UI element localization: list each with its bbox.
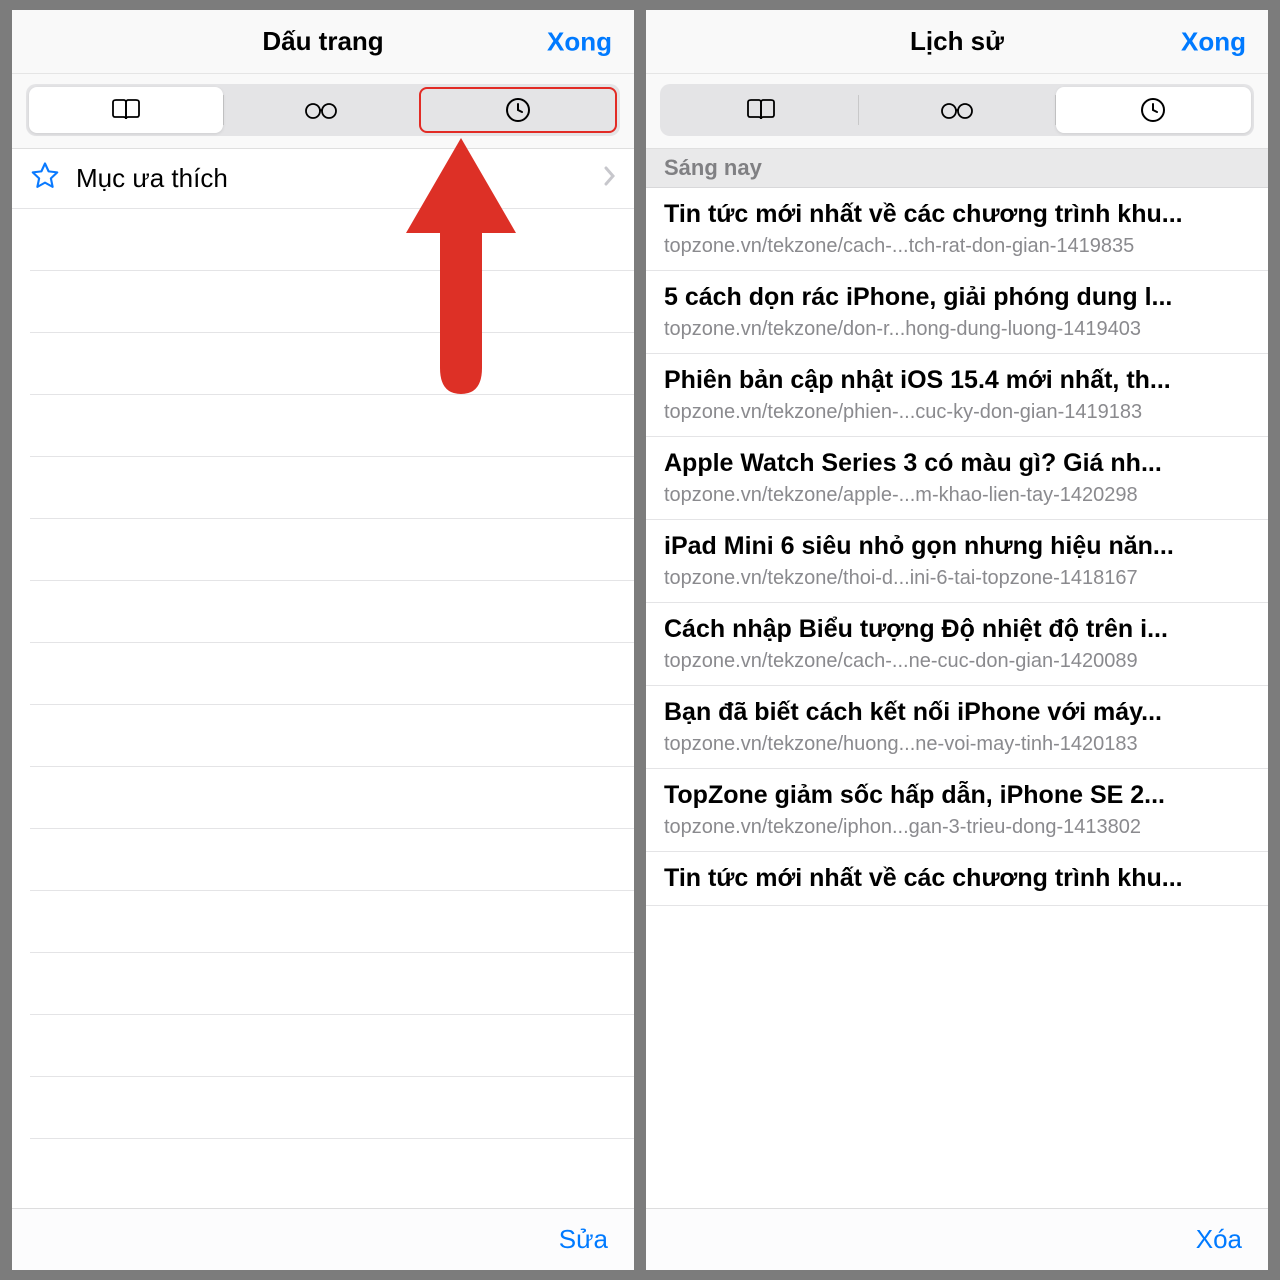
- done-button[interactable]: Xong: [547, 26, 612, 57]
- left-content: Mục ưa thích: [12, 149, 634, 1208]
- history-section-header: Sáng nay: [646, 149, 1268, 188]
- history-url: topzone.vn/tekzone/don-r...hong-dung-luo…: [664, 318, 1250, 341]
- star-icon: [30, 161, 60, 196]
- history-row[interactable]: Apple Watch Series 3 có màu gì? Giá nh..…: [646, 437, 1268, 520]
- page-title: Dấu trang: [262, 26, 383, 57]
- history-row[interactable]: Bạn đã biết cách kết nối iPhone với máy.…: [646, 686, 1268, 769]
- left-header: Dấu trang Xong: [12, 10, 634, 74]
- done-button[interactable]: Xong: [1181, 26, 1246, 57]
- history-url: topzone.vn/tekzone/cach-...ne-cuc-don-gi…: [664, 650, 1250, 673]
- history-title: Apple Watch Series 3 có màu gì? Giá nh..…: [664, 449, 1250, 478]
- empty-row: [30, 643, 634, 705]
- clock-icon: [505, 97, 531, 123]
- segmented-control: [26, 84, 620, 136]
- edit-button[interactable]: Sửa: [559, 1224, 608, 1255]
- history-url: topzone.vn/tekzone/huong...ne-voi-may-ti…: [664, 733, 1250, 756]
- history-row[interactable]: Cách nhập Biểu tượng Độ nhiệt độ trên i.…: [646, 603, 1268, 686]
- right-bottombar: Xóa: [646, 1208, 1268, 1270]
- book-icon: [745, 98, 777, 122]
- history-row[interactable]: 5 cách dọn rác iPhone, giải phóng dung l…: [646, 271, 1268, 354]
- empty-row: [30, 395, 634, 457]
- clock-icon: [1140, 97, 1166, 123]
- empty-row: [30, 891, 634, 953]
- history-title: iPad Mini 6 siêu nhỏ gọn nhưng hiệu năn.…: [664, 532, 1250, 561]
- empty-row: [30, 767, 634, 829]
- tab-history[interactable]: [1056, 87, 1251, 133]
- empty-row: [30, 829, 634, 891]
- history-row[interactable]: iPad Mini 6 siêu nhỏ gọn nhưng hiệu năn.…: [646, 520, 1268, 603]
- history-title: Tin tức mới nhất về các chương trình khu…: [664, 864, 1250, 893]
- tab-reading-list[interactable]: [224, 87, 418, 133]
- right-screen-history: Lịch sử Xong: [646, 10, 1268, 1270]
- history-row[interactable]: Tin tức mới nhất về các chương trình khu…: [646, 852, 1268, 906]
- history-row[interactable]: TopZone giảm sốc hấp dẫn, iPhone SE 2...…: [646, 769, 1268, 852]
- glasses-icon: [301, 100, 341, 120]
- chevron-right-icon: [604, 166, 616, 191]
- empty-row: [30, 333, 634, 395]
- empty-row: [30, 581, 634, 643]
- right-content: Sáng nay Tin tức mới nhất về các chương …: [646, 149, 1268, 1208]
- history-title: 5 cách dọn rác iPhone, giải phóng dung l…: [664, 283, 1250, 312]
- history-url: topzone.vn/tekzone/apple-...m-khao-lien-…: [664, 484, 1250, 507]
- history-url: topzone.vn/tekzone/phien-...cuc-ky-don-g…: [664, 401, 1250, 424]
- history-title: Bạn đã biết cách kết nối iPhone với máy.…: [664, 698, 1250, 727]
- tab-reading-list[interactable]: [859, 87, 1054, 133]
- left-screen-bookmarks: Dấu trang Xong: [12, 10, 634, 1270]
- history-url: topzone.vn/tekzone/iphon...gan-3-trieu-d…: [664, 816, 1250, 839]
- book-icon: [110, 98, 142, 122]
- glasses-icon: [937, 100, 977, 120]
- empty-row: [30, 271, 634, 333]
- tab-history[interactable]: [419, 87, 617, 133]
- left-bottombar: Sửa: [12, 1208, 634, 1270]
- segmented-wrapper: [646, 74, 1268, 149]
- favorites-row[interactable]: Mục ưa thích: [12, 149, 634, 209]
- history-title: Phiên bản cập nhật iOS 15.4 mới nhất, th…: [664, 366, 1250, 395]
- clear-button[interactable]: Xóa: [1196, 1224, 1242, 1255]
- empty-row: [30, 705, 634, 767]
- empty-row: [30, 457, 634, 519]
- segmented-control: [660, 84, 1254, 136]
- history-url: topzone.vn/tekzone/thoi-d...ini-6-tai-to…: [664, 567, 1250, 590]
- empty-row: [30, 519, 634, 581]
- history-row[interactable]: Tin tức mới nhất về các chương trình khu…: [646, 188, 1268, 271]
- empty-row: [30, 1015, 634, 1077]
- history-title: Cách nhập Biểu tượng Độ nhiệt độ trên i.…: [664, 615, 1250, 644]
- segmented-wrapper: [12, 74, 634, 149]
- favorites-label: Mục ưa thích: [76, 163, 588, 194]
- right-header: Lịch sử Xong: [646, 10, 1268, 74]
- history-row[interactable]: Phiên bản cập nhật iOS 15.4 mới nhất, th…: [646, 354, 1268, 437]
- page-title: Lịch sử: [910, 26, 1004, 57]
- empty-row: [30, 1077, 634, 1139]
- history-url: topzone.vn/tekzone/cach-...tch-rat-don-g…: [664, 235, 1250, 258]
- history-title: Tin tức mới nhất về các chương trình khu…: [664, 200, 1250, 229]
- history-title: TopZone giảm sốc hấp dẫn, iPhone SE 2...: [664, 781, 1250, 810]
- empty-row: [30, 953, 634, 1015]
- empty-row: [30, 209, 634, 271]
- tab-bookmarks[interactable]: [663, 87, 858, 133]
- tab-bookmarks[interactable]: [29, 87, 223, 133]
